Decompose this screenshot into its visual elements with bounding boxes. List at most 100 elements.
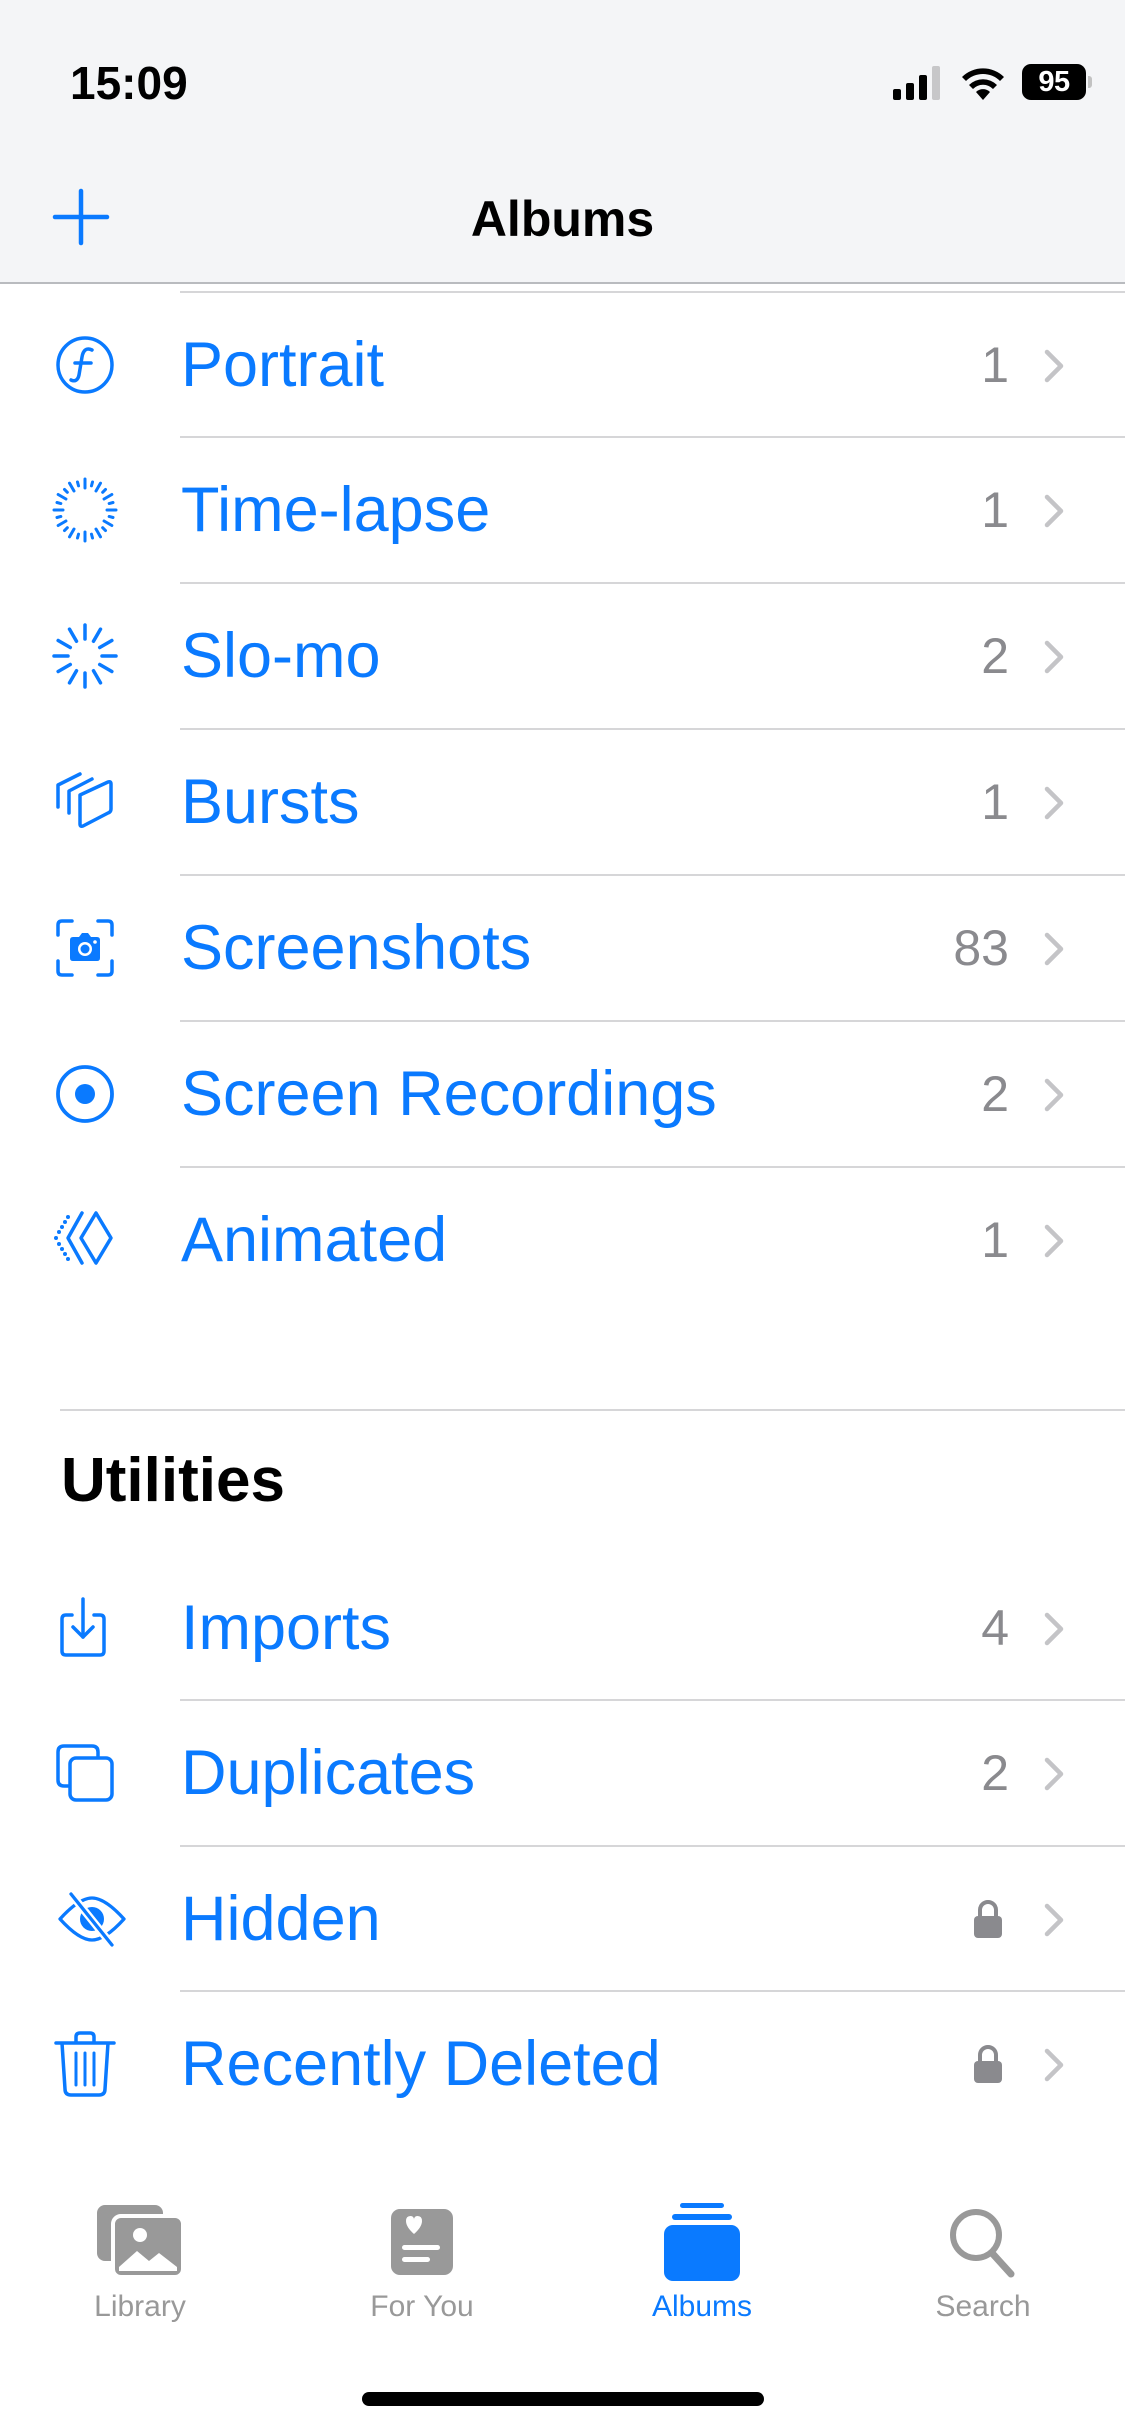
- wifi-icon: [962, 68, 1004, 100]
- portrait-aperture-icon: [56, 336, 114, 394]
- import-tray-icon: [60, 1597, 106, 1657]
- icon-dash: [101, 526, 108, 533]
- album-count: 1: [981, 482, 1009, 538]
- icon-dash: [102, 519, 114, 527]
- animated-icon: [54, 1211, 113, 1265]
- icon-dash: [62, 487, 69, 494]
- album-row-screenshots[interactable]: Screenshots 83: [0, 875, 1125, 1021]
- album-label: Hidden: [181, 1884, 381, 1954]
- tab-library[interactable]: Library: [40, 2195, 240, 2335]
- icon-dash: [94, 481, 102, 493]
- icon-dash: [67, 627, 79, 644]
- icon-dash: [62, 526, 69, 533]
- battery-nub: [1088, 76, 1092, 88]
- section-separator: [60, 1409, 1125, 1411]
- chevron-right-icon: [1044, 494, 1064, 528]
- battery-percent: 95: [1022, 64, 1086, 100]
- album-label: Screenshots: [181, 913, 532, 983]
- album-row-duplicates[interactable]: Duplicates 2: [0, 1700, 1125, 1846]
- icon-dash: [94, 527, 102, 539]
- icon-dash: [55, 514, 63, 520]
- album-row-timelapse[interactable]: Time-lapse 1: [0, 437, 1125, 583]
- chevron-right-icon: [1044, 1612, 1064, 1646]
- album-row-hidden[interactable]: Hidden: [0, 1846, 1125, 1992]
- album-row-animated[interactable]: Animated 1: [0, 1167, 1125, 1313]
- navigation-header: 15:09 95 Albums: [0, 0, 1125, 284]
- album-row-recently-deleted[interactable]: Recently Deleted: [0, 1991, 1125, 2137]
- for-you-icon: [391, 2209, 453, 2275]
- chevron-right-icon: [1044, 2048, 1064, 2082]
- tab-label: Search: [935, 2290, 1031, 2323]
- album-row-screen-recordings[interactable]: Screen Recordings 2: [0, 1021, 1125, 1167]
- home-indicator[interactable]: [362, 2392, 764, 2406]
- icon-dash: [89, 532, 95, 540]
- icon-dash: [56, 519, 68, 527]
- tab-albums[interactable]: Albums: [602, 2195, 802, 2335]
- icon-dash: [56, 662, 73, 674]
- magnifying-glass-icon: [950, 2209, 1015, 2278]
- chevron-right-icon: [1044, 786, 1064, 820]
- icon-dash: [75, 480, 81, 488]
- album-row-slomo[interactable]: Slo-mo 2: [0, 583, 1125, 729]
- chevron-right-icon: [1044, 932, 1064, 966]
- chevron-right-icon: [1044, 1903, 1064, 1937]
- timelapse-icon: [52, 477, 118, 543]
- page-title: Albums: [470, 191, 655, 247]
- icon-dash: [75, 532, 81, 540]
- screen-recording-icon: [56, 1065, 114, 1123]
- album-label: Time-lapse: [181, 475, 491, 545]
- chevron-right-icon: [1044, 349, 1064, 383]
- section-title-utilities: Utilities: [61, 1446, 285, 1515]
- icon-dash: [102, 493, 114, 501]
- chevron-right-icon: [1044, 1757, 1064, 1791]
- chevron-right-icon: [1044, 640, 1064, 674]
- photo-library-icon: [97, 2205, 185, 2279]
- eye-slash-icon: [58, 1891, 126, 1948]
- album-row-bursts[interactable]: Bursts 1: [0, 729, 1125, 875]
- album-label: Recently Deleted: [181, 2029, 661, 2099]
- cellular-signal-icon: [893, 66, 940, 100]
- icon-dash: [107, 500, 115, 506]
- album-label: Portrait: [181, 330, 385, 400]
- album-count: 1: [981, 1212, 1009, 1268]
- icon-dash: [107, 514, 115, 520]
- album-label: Imports: [181, 1593, 392, 1663]
- icon-dash: [89, 480, 95, 488]
- icon-dash: [68, 481, 76, 493]
- icon-dash: [55, 500, 63, 506]
- album-count: 1: [981, 337, 1009, 393]
- album-count: 1: [981, 774, 1009, 830]
- trash-icon: [54, 2031, 116, 2097]
- icon-dash: [68, 527, 76, 539]
- icon-dash: [56, 493, 68, 501]
- album-count: 83: [953, 920, 1009, 976]
- album-count: 4: [981, 1600, 1009, 1656]
- chevron-right-icon: [1044, 1224, 1064, 1258]
- bursts-icon: [56, 772, 113, 828]
- icon-dash: [91, 668, 103, 685]
- album-row-imports[interactable]: Imports 4: [0, 1555, 1125, 1701]
- icon-dash: [97, 638, 114, 650]
- album-count: 2: [981, 1066, 1009, 1122]
- lock-icon: [974, 2045, 1002, 2083]
- tab-search[interactable]: Search: [883, 2195, 1083, 2335]
- album-label: Duplicates: [181, 1738, 476, 1808]
- lock-icon: [974, 1900, 1002, 1938]
- album-label: Animated: [181, 1205, 448, 1275]
- icon-dash: [56, 638, 73, 650]
- albums-stack-icon: [664, 2203, 740, 2281]
- album-label: Slo-mo: [181, 621, 381, 691]
- screenshot-camera-icon: [56, 919, 114, 977]
- album-count: 2: [981, 628, 1009, 684]
- icon-dash: [67, 668, 79, 685]
- tab-label: Library: [94, 2290, 186, 2323]
- album-row-portrait[interactable]: Portrait 1: [0, 292, 1125, 438]
- tab-for-you[interactable]: For You: [322, 2195, 522, 2335]
- icon-dash: [101, 487, 108, 494]
- status-time: 15:09: [70, 57, 188, 109]
- slomo-icon: [52, 623, 118, 689]
- icon-dash: [97, 662, 114, 674]
- album-count: 2: [981, 1745, 1009, 1801]
- battery-indicator: 95: [1022, 64, 1092, 100]
- icon-dash: [91, 627, 103, 644]
